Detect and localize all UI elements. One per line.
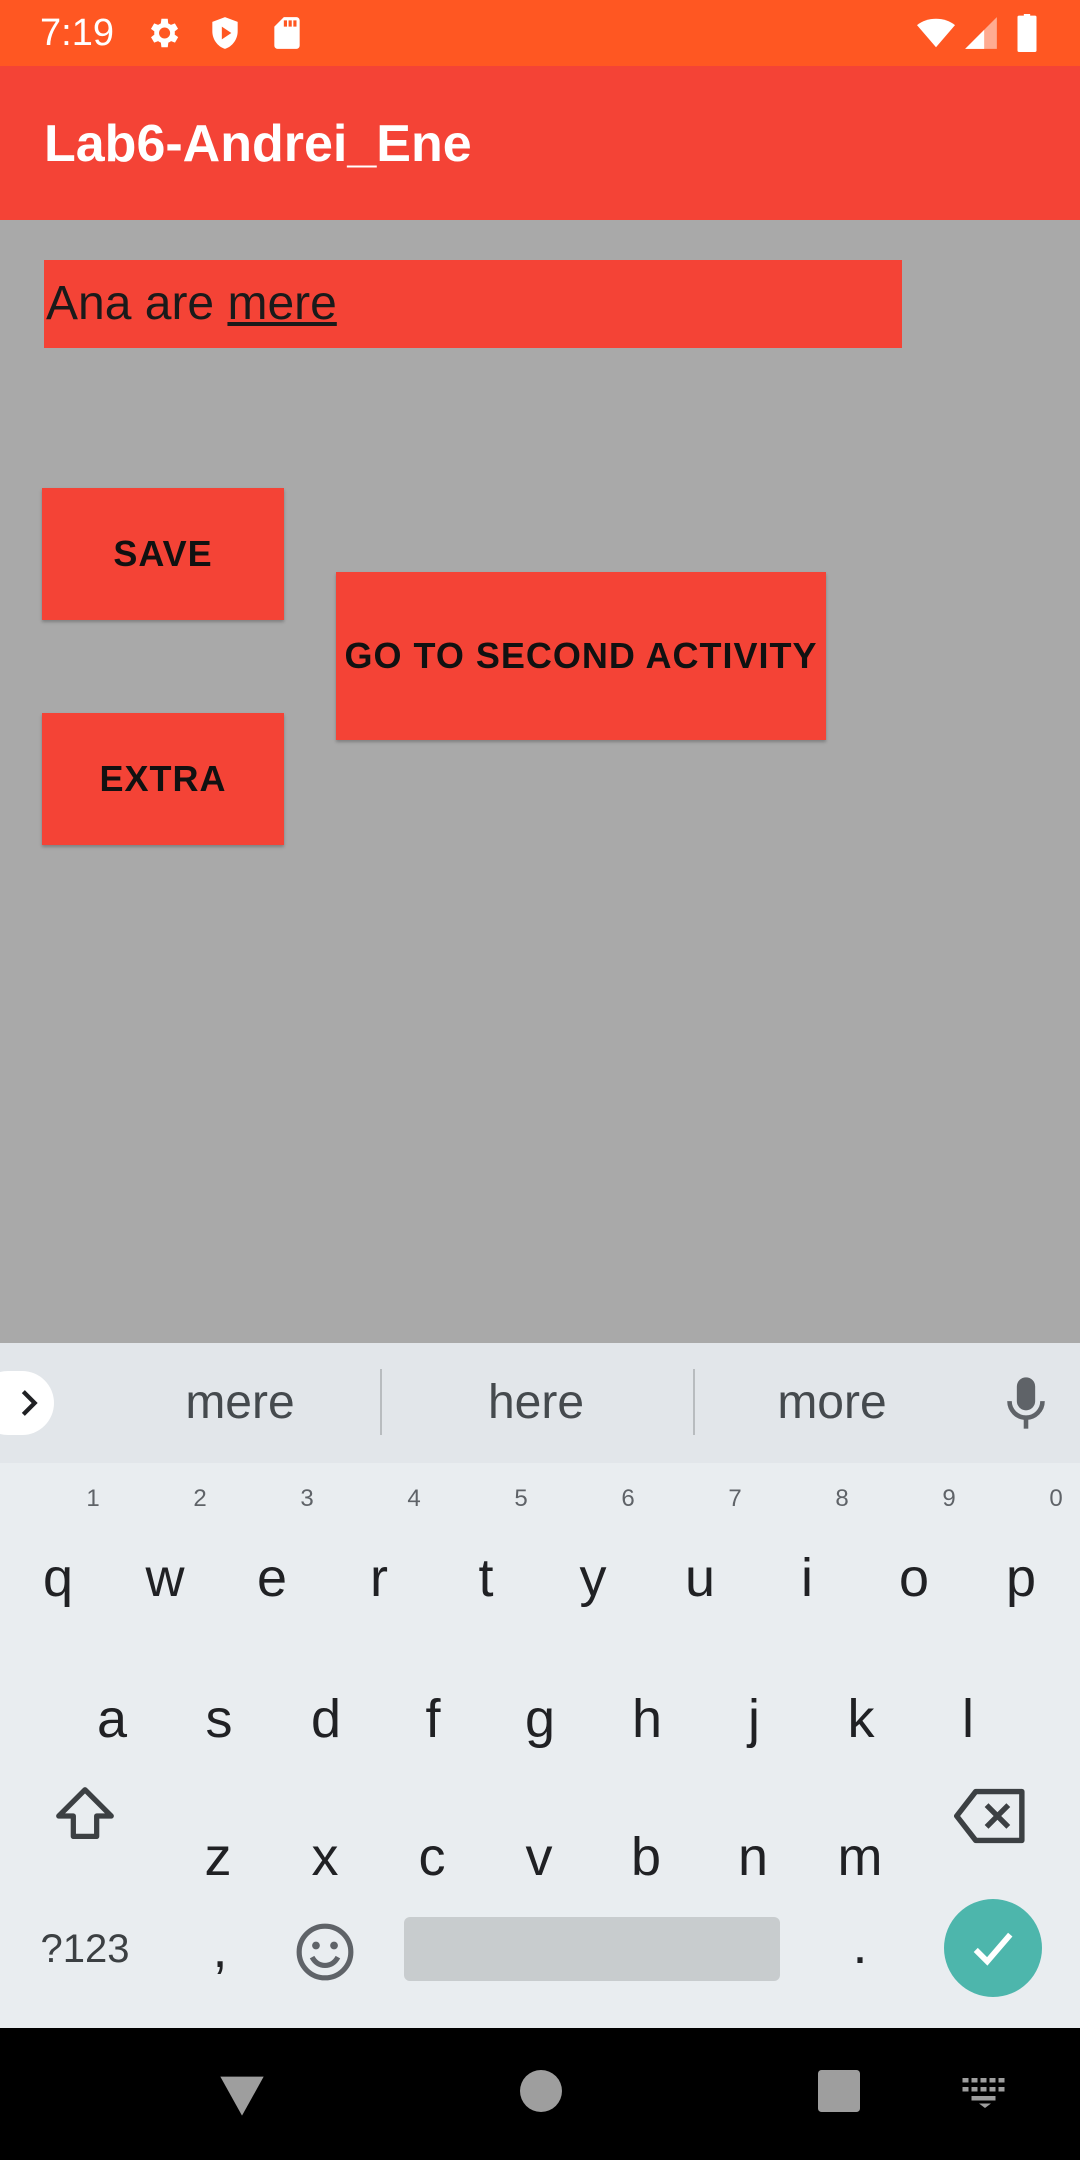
keyboard-switch-icon[interactable]: [962, 2078, 1008, 2108]
backspace-icon[interactable]: [954, 1783, 1030, 1849]
signal-icon: [965, 17, 997, 49]
key-s[interactable]: s: [169, 1669, 269, 1769]
save-button[interactable]: SAVE: [42, 488, 284, 620]
key-r[interactable]: r: [329, 1528, 429, 1628]
key-m[interactable]: m: [810, 1807, 910, 1907]
space-key[interactable]: [404, 1917, 780, 1981]
expand-toolbar-button[interactable]: [0, 1371, 54, 1435]
text-input-composing-word: mere: [227, 277, 337, 330]
chevron-right-icon: [21, 1390, 38, 1416]
key-t[interactable]: t: [436, 1528, 536, 1628]
key-a[interactable]: a: [62, 1669, 162, 1769]
key-l[interactable]: l: [918, 1669, 1018, 1769]
key-d[interactable]: d: [276, 1669, 376, 1769]
text-input[interactable]: Ana are mere: [44, 260, 902, 348]
navigation-bar: [0, 2028, 1080, 2160]
key-hint: 4: [407, 1485, 421, 1512]
microphone-icon[interactable]: [1004, 1373, 1048, 1433]
key-f[interactable]: f: [383, 1669, 483, 1769]
key-hint: 8: [835, 1485, 849, 1512]
period-key[interactable]: .: [810, 1895, 910, 1995]
key-hint: 5: [514, 1485, 528, 1512]
app-title: Lab6-Andrei_Ene: [44, 115, 472, 173]
key-q[interactable]: q: [8, 1528, 108, 1628]
back-icon[interactable]: [216, 2068, 268, 2120]
status-time: 7:19: [40, 12, 114, 54]
shift-icon[interactable]: [50, 1781, 120, 1851]
app-bar: Lab6-Andrei_Ene: [0, 66, 1080, 220]
sd-card-icon: [274, 17, 300, 49]
key-b[interactable]: b: [596, 1807, 696, 1907]
check-icon: [973, 1932, 1013, 1966]
key-j[interactable]: j: [704, 1669, 804, 1769]
soft-keyboard: mere here more ?123 , . q 1w 2e 3r 4t 5y 6u 7i: [0, 1343, 1080, 2028]
key-hint: 2: [193, 1485, 207, 1512]
gear-icon: [150, 18, 179, 48]
key-hint: 1: [86, 1485, 100, 1512]
key-w[interactable]: w: [115, 1528, 215, 1628]
wifi-icon: [917, 18, 955, 48]
key-x[interactable]: x: [275, 1807, 375, 1907]
suggestion-bar: mere here more: [0, 1343, 1080, 1463]
key-i[interactable]: i: [757, 1528, 857, 1628]
key-z[interactable]: z: [168, 1807, 268, 1907]
suggestion-1[interactable]: mere: [120, 1367, 360, 1439]
key-hint: 7: [728, 1485, 742, 1512]
key-h[interactable]: h: [597, 1669, 697, 1769]
symbols-key[interactable]: ?123: [30, 1911, 140, 1987]
key-p[interactable]: p: [971, 1528, 1071, 1628]
shield-icon: [212, 17, 238, 49]
text-input-plain: Ana are: [46, 277, 228, 330]
key-hint: 9: [942, 1485, 956, 1512]
done-key[interactable]: [944, 1899, 1042, 1997]
comma-key[interactable]: ,: [170, 1899, 270, 1999]
extra-button[interactable]: EXTRA: [42, 713, 284, 845]
key-o[interactable]: o: [864, 1528, 964, 1628]
suggestion-3[interactable]: more: [712, 1367, 952, 1439]
key-v[interactable]: v: [489, 1807, 589, 1907]
suggestion-divider: [380, 1369, 382, 1435]
key-hint: 0: [1049, 1485, 1063, 1512]
suggestion-2[interactable]: here: [416, 1367, 656, 1439]
key-y[interactable]: y: [543, 1528, 643, 1628]
key-n[interactable]: n: [703, 1807, 803, 1907]
suggestion-divider: [693, 1369, 695, 1435]
key-e[interactable]: e: [222, 1528, 322, 1628]
home-icon[interactable]: [520, 2070, 562, 2112]
key-c[interactable]: c: [382, 1807, 482, 1907]
recents-icon[interactable]: [818, 2070, 860, 2112]
battery-icon: [1017, 14, 1037, 52]
key-g[interactable]: g: [490, 1669, 590, 1769]
key-k[interactable]: k: [811, 1669, 911, 1769]
key-hint: 6: [621, 1485, 635, 1512]
emoji-icon[interactable]: [294, 1921, 356, 1983]
status-bar: 7:19: [0, 0, 1080, 66]
key-u[interactable]: u: [650, 1528, 750, 1628]
key-hint: 3: [300, 1485, 314, 1512]
go-to-second-activity-button[interactable]: GO TO SECOND ACTIVITY: [336, 572, 826, 740]
